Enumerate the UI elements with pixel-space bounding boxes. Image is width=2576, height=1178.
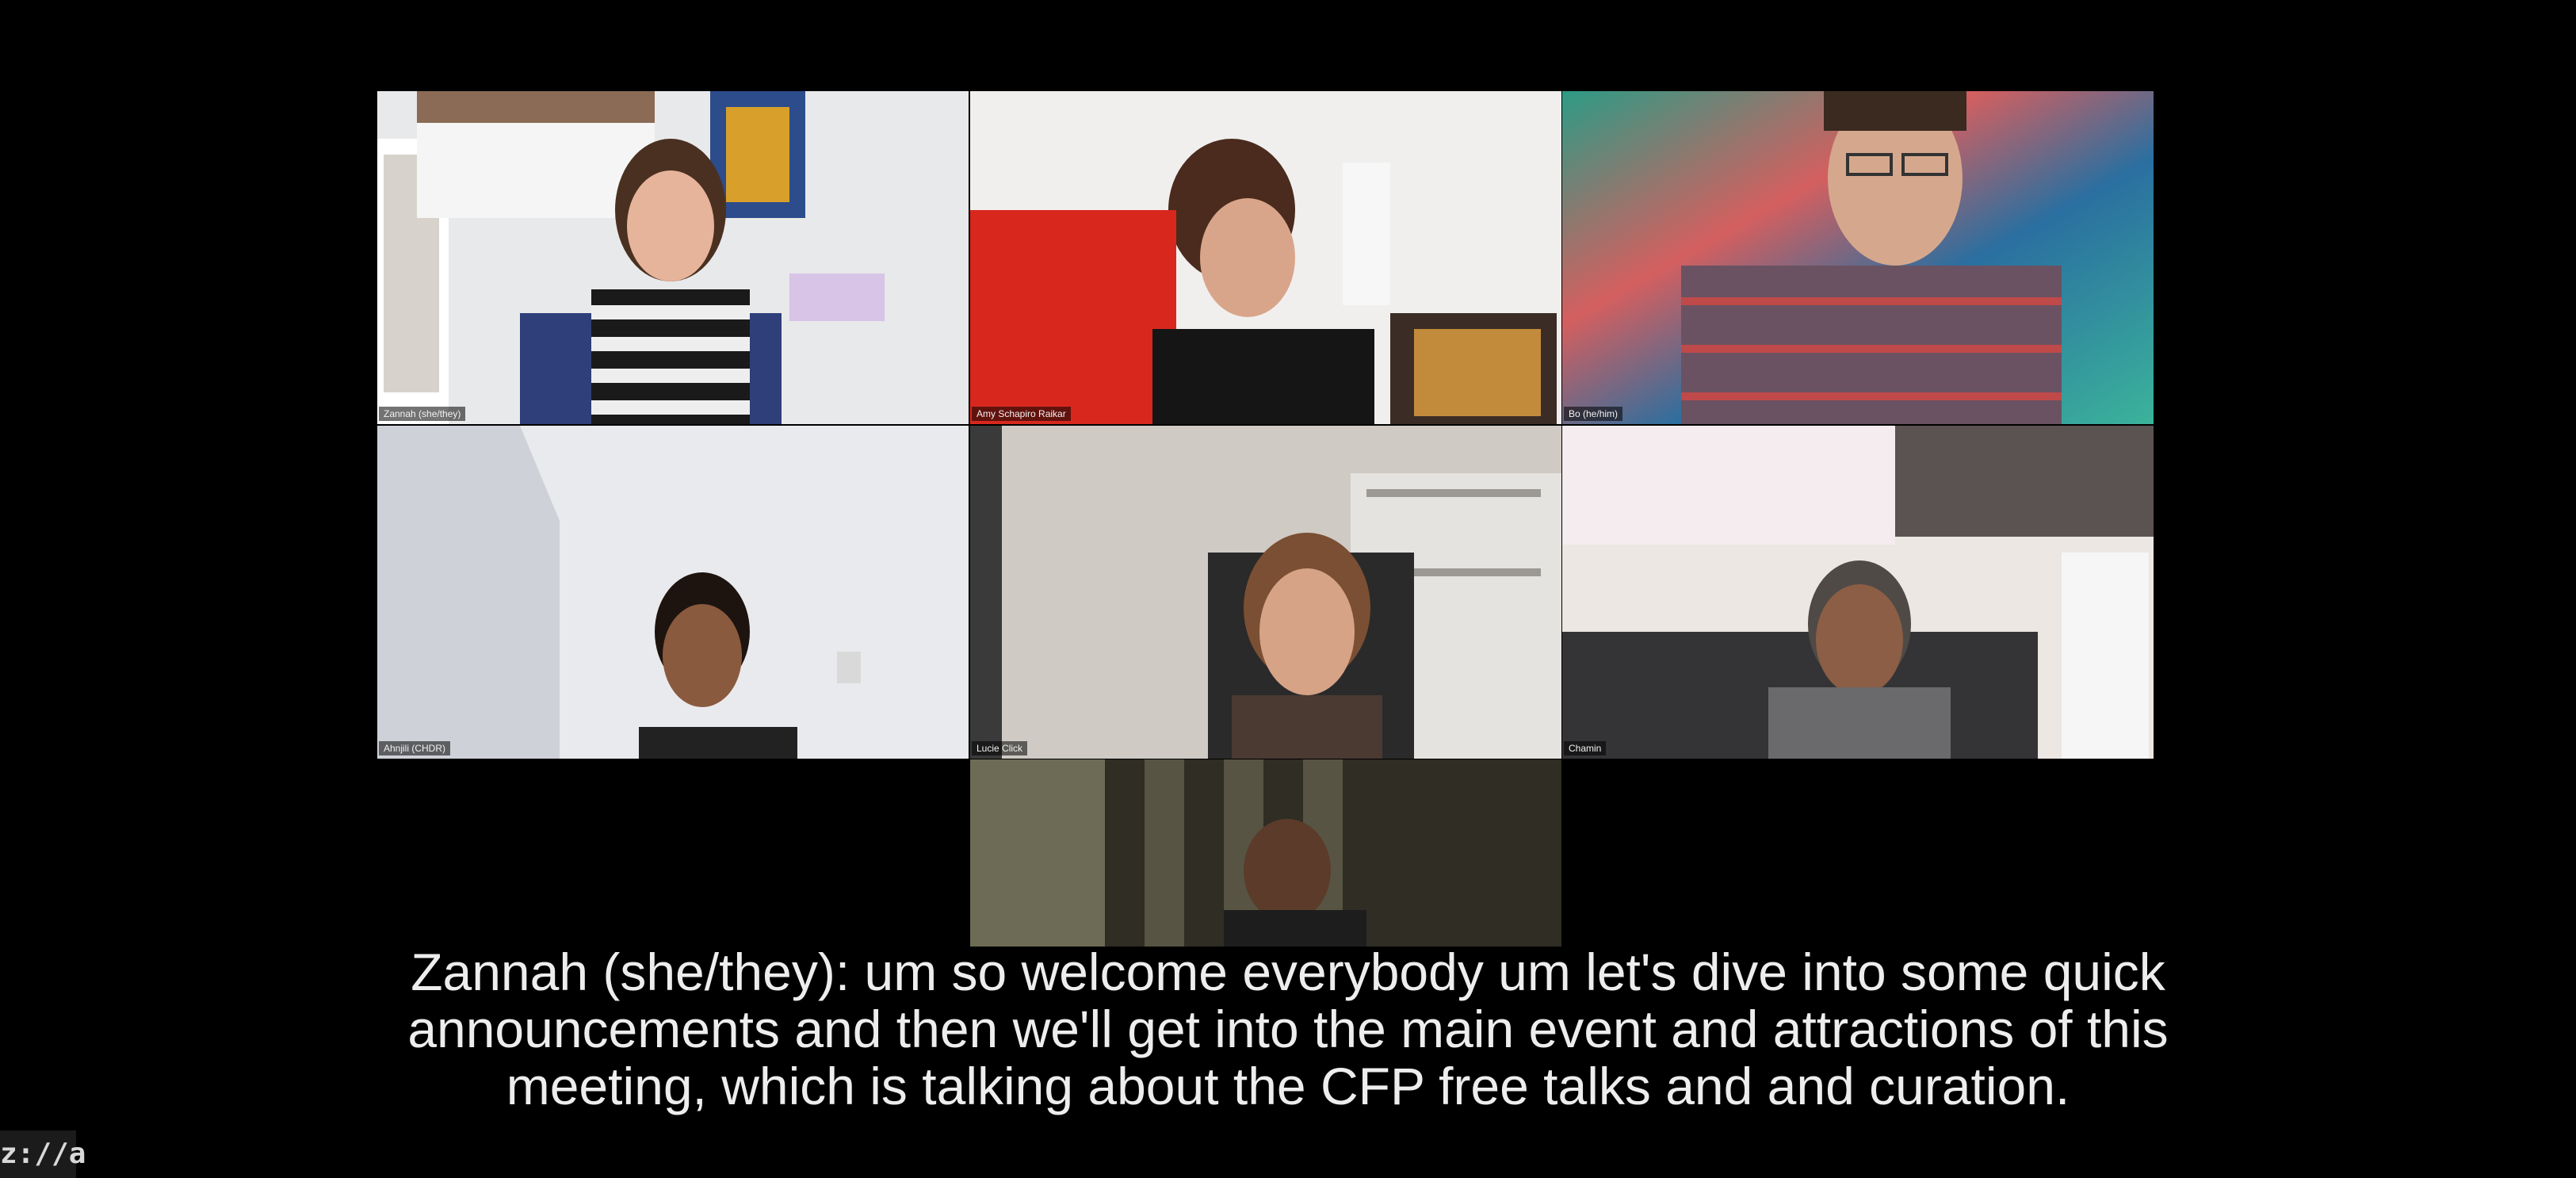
video-feed (970, 426, 1561, 759)
video-feed (1562, 426, 2154, 759)
participant-name-label: Zannah (she/they) (379, 407, 466, 421)
participant-tile-zannah[interactable]: Zannah (she/they) (377, 91, 969, 424)
video-feed (377, 91, 969, 424)
video-feed (377, 426, 969, 759)
participant-name-label: Bo (he/him) (1564, 407, 1623, 421)
participant-name-label: Amy Schapiro Raikar (972, 407, 1071, 421)
participant-tile-chamin[interactable]: Chamin (1562, 426, 2154, 759)
participant-name-label: Lucie Click (972, 741, 1028, 755)
participant-tile-amy[interactable]: Amy Schapiro Raikar (970, 91, 1561, 424)
closed-caption: Zannah (she/they): um so welcome everybo… (407, 943, 2169, 1115)
video-feed (970, 759, 1561, 947)
participant-name-label: Chamin (1564, 741, 1607, 755)
participant-tile-unnamed[interactable] (970, 759, 1561, 947)
video-feed (970, 91, 1561, 424)
participant-tile-lucie[interactable]: Lucie Click (970, 426, 1561, 759)
participant-tile-ahnjili[interactable]: Ahnjili (CHDR) (377, 426, 969, 759)
app-logo: z://a (0, 1130, 86, 1178)
participant-name-label: Ahnjili (CHDR) (379, 741, 451, 755)
video-call-stage: Zannah (she/they) Amy Schapiro Raikar Bo… (0, 0, 2576, 1178)
video-feed (1562, 91, 2154, 424)
participant-tile-bo[interactable]: Bo (he/him) (1562, 91, 2154, 424)
